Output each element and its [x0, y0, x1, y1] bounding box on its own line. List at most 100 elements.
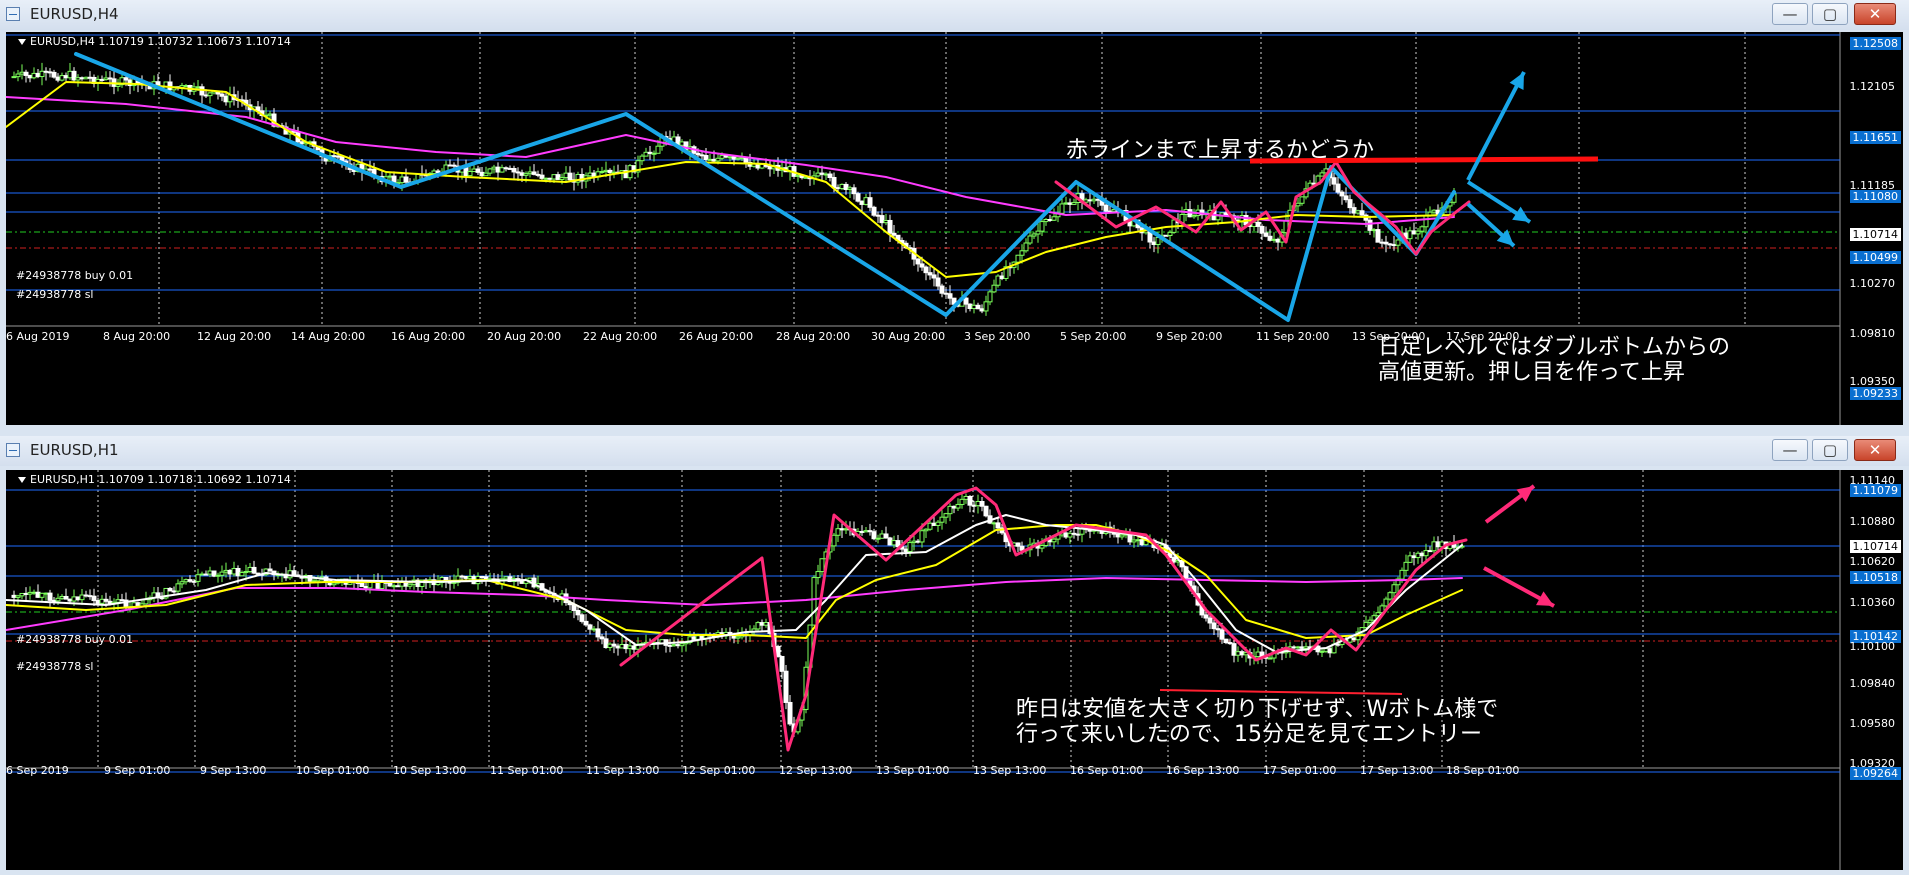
candle-body — [1363, 621, 1369, 629]
candle-body — [1303, 646, 1309, 649]
time-axis-label: 6 Sep 2019 — [6, 764, 69, 777]
candle-body — [395, 585, 401, 588]
candle-body — [519, 172, 525, 176]
candle-body — [559, 177, 565, 180]
candle-body — [971, 304, 977, 309]
candle-body — [399, 176, 405, 184]
candle-body — [1407, 230, 1413, 240]
candle-body — [55, 597, 61, 602]
candle-body — [1091, 198, 1097, 202]
candle-body — [991, 522, 997, 525]
candle-body — [939, 516, 945, 523]
candle-body — [823, 173, 829, 176]
candle-body — [71, 596, 77, 602]
candle-body — [699, 154, 705, 157]
price-chart-h4[interactable]: EURUSD,H4 1.10719 1.10732 1.10673 1.1071… — [6, 32, 1903, 425]
close-button[interactable]: ✕ — [1854, 439, 1896, 461]
candle-body — [1103, 204, 1109, 212]
candle-body — [563, 172, 569, 179]
candle-body — [1163, 234, 1169, 237]
candle-body — [79, 77, 85, 80]
candle-body — [115, 84, 121, 87]
time-axis-label: 30 Aug 20:00 — [871, 330, 946, 343]
candle-body — [203, 94, 209, 97]
candle-body — [631, 645, 637, 650]
candle-body — [1331, 177, 1337, 185]
candle-body — [503, 167, 509, 170]
candle-body — [539, 174, 545, 179]
price-label: 1.10880 — [1849, 515, 1896, 528]
annotation-bottom-1: 日足レベルではダブルボトムからの — [1378, 335, 1731, 360]
candle-body — [935, 521, 941, 526]
minimize-button[interactable]: — — [1772, 439, 1808, 461]
candle-body — [83, 76, 89, 80]
maximize-button[interactable]: ▢ — [1812, 3, 1848, 25]
candle-body — [1419, 552, 1425, 557]
candle-body — [1415, 230, 1421, 235]
candle-body — [183, 85, 189, 88]
candle-body — [1207, 617, 1213, 624]
candle-body — [75, 77, 81, 81]
time-axis-label: 16 Sep 13:00 — [1166, 764, 1240, 777]
candle-body — [35, 72, 41, 78]
candle-body — [671, 644, 677, 647]
candle-body — [967, 495, 973, 506]
candle-body — [11, 76, 17, 79]
candle-body — [1167, 231, 1173, 236]
candle-body — [367, 168, 373, 171]
candle-body — [1043, 218, 1049, 223]
candle-body — [1263, 232, 1269, 237]
chart-window-icon — [6, 7, 20, 21]
candle-body — [467, 171, 473, 177]
candle-body — [503, 576, 509, 580]
candle-body — [51, 599, 57, 602]
candle-body — [219, 93, 225, 97]
candle-body — [919, 263, 925, 268]
candle-body — [1067, 202, 1073, 205]
candle-body — [1411, 555, 1417, 559]
candle-body — [1231, 643, 1237, 656]
candle-body — [63, 75, 69, 79]
candle-body — [923, 528, 929, 532]
price-chart-h1[interactable]: EURUSD,H1 1.10709 1.10718 1.10692 1.1071… — [6, 470, 1903, 870]
candle-body — [483, 172, 489, 177]
candle-body — [535, 173, 541, 176]
maximize-button[interactable]: ▢ — [1812, 439, 1848, 461]
candle-body — [839, 528, 845, 531]
candle-body — [1071, 201, 1077, 205]
trade-sl-label: #24938778 sl — [16, 660, 94, 673]
candle-body — [1271, 238, 1277, 241]
candle-body — [1395, 239, 1401, 246]
candle-body — [31, 591, 37, 594]
candle-body — [51, 71, 57, 78]
window-titlebar[interactable]: EURUSD,H4 — ▢ ✕ — [0, 0, 1909, 30]
candle-body — [603, 638, 609, 649]
candle-body — [1051, 216, 1057, 221]
candle-body — [1019, 250, 1025, 256]
candle-body — [879, 215, 885, 224]
minimize-button[interactable]: — — [1772, 3, 1808, 25]
candle-body — [607, 169, 613, 174]
candle-body — [543, 177, 549, 180]
candle-body — [551, 174, 557, 180]
annotation-bottom-2: 高値更新。押し目を作って上昇 — [1378, 360, 1685, 385]
zigzag-trend-line — [74, 52, 1456, 322]
candle-body — [811, 577, 817, 626]
candle-body — [431, 170, 437, 174]
close-button[interactable]: ✕ — [1854, 3, 1896, 25]
candle-body — [759, 622, 765, 626]
candle-body — [171, 590, 177, 593]
candle-body — [607, 643, 613, 649]
candle-body — [435, 582, 441, 586]
candle-body — [247, 566, 253, 572]
candle-body — [1047, 218, 1053, 221]
price-label: 1.10360 — [1849, 596, 1896, 609]
collapse-icon[interactable] — [18, 477, 26, 483]
collapse-icon[interactable] — [18, 39, 26, 45]
window-titlebar[interactable]: EURUSD,H1 — ▢ ✕ — [0, 436, 1909, 466]
candle-body — [1435, 541, 1441, 548]
candle-body — [691, 636, 697, 640]
time-axis-label: 11 Sep 20:00 — [1256, 330, 1330, 343]
up-arrow — [1466, 71, 1526, 181]
candle-body — [23, 71, 29, 76]
